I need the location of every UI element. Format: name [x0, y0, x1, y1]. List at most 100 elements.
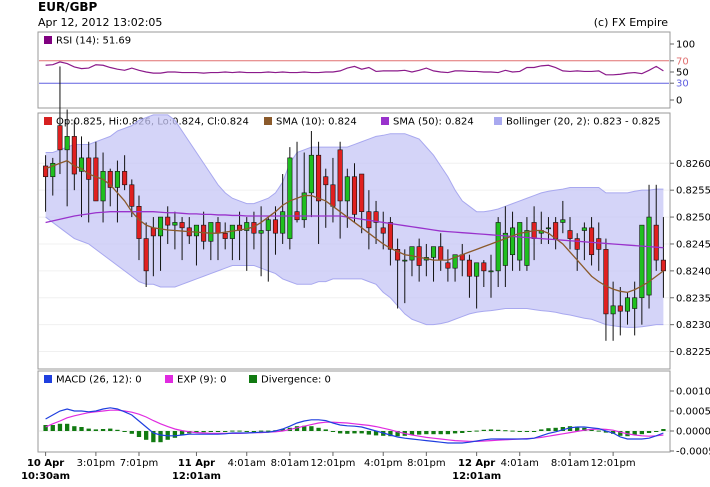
divergence-bar	[661, 429, 666, 431]
candle-bull	[517, 222, 523, 261]
divergence-bar	[251, 431, 257, 432]
divergence-bar	[122, 431, 127, 432]
divergence-bar	[158, 431, 163, 443]
divergence-bar	[366, 431, 372, 435]
candle-bear	[129, 184, 135, 207]
candle-bear	[359, 173, 365, 212]
divergence-bar	[438, 431, 443, 435]
divergence-bar	[452, 431, 458, 434]
divergence-bar	[417, 431, 422, 435]
exp-legend-label: EXP (9): 0	[177, 375, 226, 386]
time-tick-sublabel: 12:01am	[172, 471, 221, 482]
candle-bull	[172, 222, 178, 226]
divergence-bar	[345, 431, 350, 434]
candle-bull	[280, 211, 286, 234]
candle-bull	[287, 157, 293, 239]
divergence-bar	[323, 429, 328, 431]
divergence-bar	[136, 431, 142, 437]
divergence-bar	[309, 426, 314, 431]
macd-tick-label: 0.0000	[676, 427, 710, 438]
price-tick-label: 0.8230	[676, 320, 710, 331]
candle-bear	[589, 227, 595, 256]
price-tick-label: 0.8250	[676, 213, 710, 224]
rsi-tick-label: 70	[676, 56, 689, 67]
candle-bull	[158, 216, 164, 237]
divergence-bar	[510, 430, 515, 432]
divergence-bar	[57, 423, 63, 431]
candle-bear	[165, 216, 171, 226]
divergence-bar	[474, 430, 479, 432]
time-tick-label: 4:01pm	[364, 458, 403, 469]
candle-bull	[495, 222, 501, 272]
candle-bear	[351, 176, 358, 215]
candle-bear	[150, 227, 156, 237]
divergence-bar	[129, 431, 134, 434]
divergence-bar	[93, 429, 99, 431]
candle-bear	[222, 232, 228, 239]
time-tick-label: 11 Apr	[178, 458, 215, 469]
divergence-bar	[460, 431, 465, 433]
candle-bull	[265, 219, 271, 231]
candle-bull	[545, 227, 551, 230]
rsi-legend-swatch	[44, 36, 52, 44]
candle-bear	[553, 222, 559, 239]
divergence-bar	[503, 430, 508, 432]
divergence-bar	[337, 431, 343, 434]
sma10-legend-swatch	[264, 117, 272, 125]
divergence-bar	[639, 431, 645, 435]
sma50-legend-label: SMA (50): 0.824	[393, 117, 474, 128]
divergence-bar	[100, 429, 106, 431]
divergence-bar	[596, 430, 601, 432]
candle-bull	[430, 246, 437, 258]
time-tick-label: 3:01pm	[77, 458, 116, 469]
candle-bull	[402, 259, 408, 262]
sma10-legend-label: SMA (10): 0.824	[276, 117, 357, 128]
candle-bear	[93, 157, 99, 202]
candle-bull	[193, 224, 199, 237]
sma50-legend-swatch	[381, 117, 389, 125]
candle-bear	[57, 125, 63, 151]
divergence-legend-swatch	[249, 375, 257, 383]
candle-bear	[617, 305, 623, 312]
candle-bull	[114, 171, 120, 188]
rsi-tick-label: 0	[676, 96, 682, 107]
divergence-bar	[330, 431, 336, 432]
candle-bear	[603, 249, 609, 315]
time-tick-sublabel: 10:30am	[21, 471, 70, 482]
divergence-bar	[50, 425, 55, 431]
time-tick-label: 12:01pm	[310, 458, 355, 469]
divergence-bar	[258, 430, 264, 432]
bollinger-legend-label: Bollinger (20, 2): 0.823 - 0.825	[506, 117, 660, 128]
candle-bull	[524, 230, 530, 266]
candle-bull	[208, 222, 214, 242]
time-axis: 10 Apr10:30am3:01pm 7:01pm 11 Apr12:01am4:…	[21, 452, 636, 482]
candle-bear	[215, 222, 221, 234]
candle-bear	[416, 246, 422, 266]
ohlc-legend-swatch	[44, 117, 52, 125]
candle-bear	[387, 222, 393, 250]
rsi-tick-label: 30	[676, 79, 689, 90]
divergence-bar	[517, 431, 522, 432]
rsi-tick-label: 100	[676, 40, 695, 51]
exp-legend-swatch	[165, 375, 173, 383]
candle-bull	[100, 171, 106, 202]
candle-bear	[438, 246, 444, 261]
candle-bear	[272, 219, 279, 234]
divergence-bar	[352, 431, 357, 434]
divergence-bar	[230, 430, 235, 432]
divergence-bar	[546, 428, 551, 431]
macd-panel: MACD (26, 12): 0 EXP (9): 0 Divergence: …	[37, 370, 710, 458]
price-tick-label: 0.8260	[676, 159, 710, 170]
divergence-bar	[553, 427, 558, 431]
divergence-bar	[431, 431, 436, 435]
candle-bear	[481, 262, 487, 272]
divergence-bar	[108, 428, 113, 431]
divergence-bar	[208, 431, 213, 432]
divergence-bar	[223, 431, 228, 432]
rsi-panel-frame	[37, 31, 671, 109]
candle-bull	[474, 262, 480, 277]
divergence-bar	[496, 429, 501, 431]
divergence-bar	[467, 431, 472, 432]
candle-bull	[308, 154, 314, 194]
price-tick-label: 0.8240	[676, 266, 710, 277]
